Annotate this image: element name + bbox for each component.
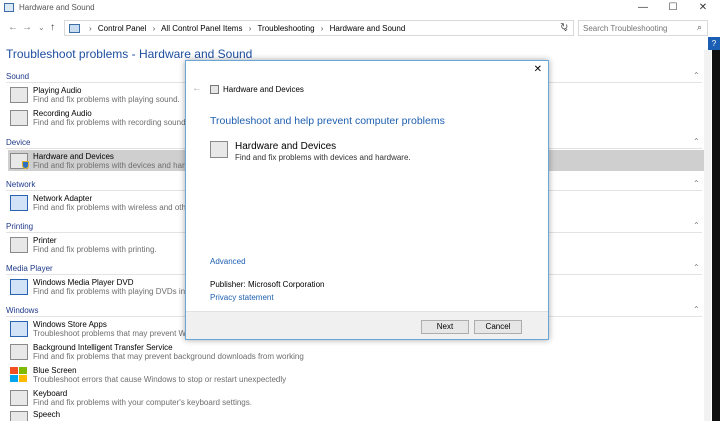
transfer-service-icon (10, 344, 28, 360)
maximize-button[interactable]: ☐ (658, 0, 688, 16)
item-name: Background Intelligent Transfer Service (33, 343, 173, 352)
dialog-title: Troubleshoot and help prevent computer p… (210, 115, 445, 127)
close-icon[interactable]: ✕ (534, 64, 542, 75)
item-desc: Find and fix problems with wireless and … (33, 203, 191, 212)
page-title: Troubleshoot problems - Hardware and Sou… (6, 47, 253, 61)
item-desc: Find and fix problems with printing. (33, 245, 157, 254)
item-name: Windows Store Apps (33, 320, 107, 329)
list-item-blue-screen[interactable]: Blue Screen Troubleshoot errors that cau… (8, 364, 704, 385)
control-panel-icon (69, 24, 80, 33)
item-name: Keyboard (33, 389, 68, 398)
item-name: Speech (33, 410, 61, 419)
troubleshooter-desc: Find and fix problems with devices and h… (235, 153, 411, 162)
back-arrow-icon[interactable]: ← (8, 22, 18, 34)
keyboard-icon (10, 390, 28, 406)
speaker-icon (10, 87, 28, 103)
list-item-keyboard[interactable]: Keyboard Find and fix problems with your… (8, 387, 704, 408)
close-window-button[interactable]: ✕ (688, 0, 718, 16)
recent-locations-icon[interactable]: ⌄ (38, 22, 45, 34)
item-desc: Find and fix problems with playing sound… (33, 95, 180, 104)
cancel-button[interactable]: Cancel (474, 320, 522, 334)
item-name: Playing Audio (33, 86, 82, 95)
breadcrumb-troubleshooting[interactable]: Troubleshooting (257, 24, 314, 33)
window-title: Hardware and Sound (19, 3, 95, 12)
breadcrumb: › Control Panel › All Control Panel Item… (85, 24, 405, 33)
control-panel-icon (4, 3, 14, 12)
item-name: Hardware and Devices (33, 152, 114, 161)
list-item-speech[interactable]: Speech (8, 408, 704, 421)
network-adapter-icon (10, 195, 28, 211)
up-arrow-icon[interactable]: ↑ (50, 22, 55, 34)
troubleshooter-dialog: ✕ ← Hardware and Devices Troubleshoot an… (185, 60, 549, 340)
collapse-caret-icon[interactable]: ⌃ (693, 221, 700, 230)
dialog-footer: Next Cancel (186, 311, 548, 339)
item-name: Printer (33, 236, 57, 245)
breadcrumb-control-panel[interactable]: Control Panel (98, 24, 146, 33)
back-arrow-icon[interactable]: ← (192, 83, 202, 94)
collapse-caret-icon[interactable]: ⌃ (693, 305, 700, 314)
hardware-icon (210, 85, 219, 94)
forward-arrow-icon[interactable]: → (22, 22, 32, 34)
minimize-button[interactable]: — (628, 0, 658, 16)
breadcrumb-all-items[interactable]: All Control Panel Items (161, 24, 242, 33)
store-icon (10, 321, 28, 337)
search-icon[interactable]: ⌕ (697, 22, 702, 33)
help-icon[interactable]: ? (708, 37, 720, 50)
breadcrumb-separator: › (320, 24, 324, 33)
item-desc: Troubleshoot errors that cause Windows t… (33, 375, 287, 384)
printer-icon (10, 237, 28, 253)
item-desc: Find and fix problems with your computer… (33, 398, 252, 407)
category-device: Device (6, 138, 31, 147)
breadcrumb-separator: › (152, 24, 156, 33)
address-bar[interactable]: › Control Panel › All Control Panel Item… (64, 20, 574, 36)
item-name: Network Adapter (33, 194, 93, 203)
breadcrumb-separator: › (248, 24, 252, 33)
dialog-header: Hardware and Devices (223, 85, 304, 94)
publisher-value: Microsoft Corporation (248, 280, 325, 289)
collapse-caret-icon[interactable]: ⌃ (693, 179, 700, 188)
hardware-icon (210, 141, 228, 158)
category-media-player: Media Player (6, 264, 53, 273)
privacy-statement-link[interactable]: Privacy statement (210, 293, 274, 302)
list-item-bits[interactable]: Background Intelligent Transfer Service … (8, 341, 704, 362)
category-network: Network (6, 180, 36, 189)
category-windows: Windows (6, 306, 39, 315)
dvd-icon (10, 279, 28, 295)
item-name: Recording Audio (33, 109, 92, 118)
publisher-label: Publisher: (210, 280, 246, 289)
breadcrumb-hardware-and-sound[interactable]: Hardware and Sound (330, 24, 406, 33)
breadcrumb-separator: › (89, 24, 92, 33)
item-desc: Find and fix problems that may prevent b… (33, 352, 304, 361)
troubleshooter-name: Hardware and Devices (235, 141, 337, 152)
advanced-link[interactable]: Advanced (210, 257, 246, 266)
scrollbar[interactable] (704, 50, 711, 421)
hardware-icon (10, 153, 29, 169)
shield-icon (22, 161, 29, 169)
microphone-icon (10, 110, 28, 126)
collapse-caret-icon[interactable]: ⌃ (693, 137, 700, 146)
address-row: ← → ⌄ ↑ › Control Panel › All Control Pa… (0, 19, 720, 37)
category-sound: Sound (6, 72, 30, 81)
item-desc: Find and fix problems with devices and h… (33, 161, 195, 170)
windows-logo-icon (10, 367, 28, 383)
speech-icon (10, 411, 28, 421)
title-bar: Hardware and Sound — ☐ ✕ (0, 0, 720, 16)
category-printing: Printing (6, 222, 34, 231)
item-desc: Find and fix problems with recording sou… (33, 118, 188, 127)
item-desc: Find and fix problems with playing DVDs … (33, 287, 195, 296)
refresh-icon[interactable]: ↻ (560, 22, 568, 33)
item-name: Windows Media Player DVD (33, 278, 134, 287)
search-input[interactable] (578, 20, 708, 36)
collapse-caret-icon[interactable]: ⌃ (693, 263, 700, 272)
item-desc: Troubleshoot problems that may prevent W… (33, 329, 188, 338)
next-button[interactable]: Next (421, 320, 469, 334)
collapse-caret-icon[interactable]: ⌃ (693, 71, 700, 80)
item-name: Blue Screen (33, 366, 77, 375)
desktop-edge (712, 50, 720, 421)
